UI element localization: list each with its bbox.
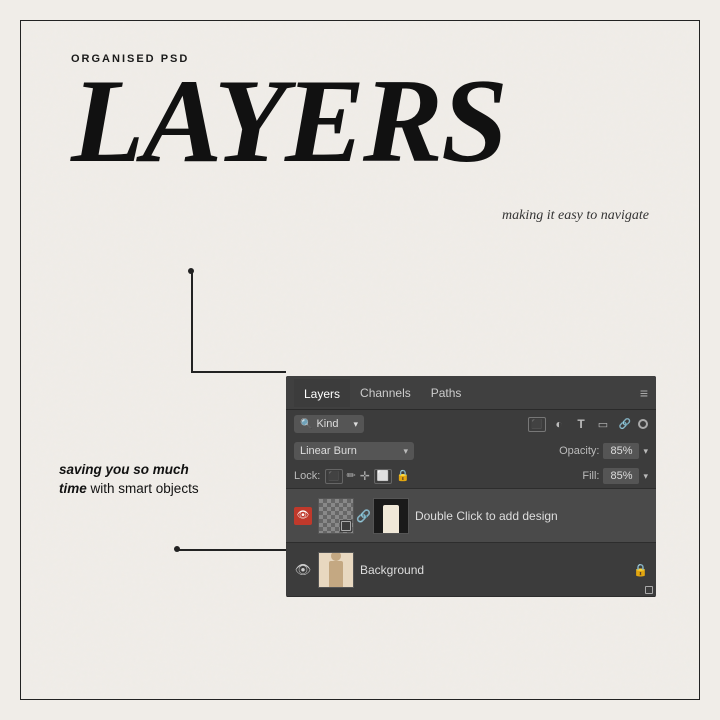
- blend-opacity-row: Linear Burn ▾ Opacity: 85% ▾: [286, 438, 656, 464]
- layer-thumb-design: [373, 498, 409, 534]
- lock-position-icon[interactable]: ✏: [347, 469, 356, 484]
- layer-row-background[interactable]: 👁 Background 🔒: [286, 543, 656, 597]
- tab-channels[interactable]: Channels: [350, 380, 421, 406]
- panel-menu-icon[interactable]: ≡: [640, 385, 648, 401]
- layers-title: LAYERS: [71, 67, 649, 175]
- search-mini-icon: 🔍: [300, 419, 312, 430]
- ps-layers-panel: Layers Channels Paths ≡ 🔍 Kind ▾ ⬛ ◐ T ▭…: [286, 376, 656, 597]
- kind-select[interactable]: 🔍 Kind ▾: [294, 415, 364, 433]
- adjustment-filter-icon[interactable]: ◐: [550, 417, 568, 431]
- opacity-label: Opacity:: [559, 445, 599, 457]
- opacity-row: Opacity: 85% ▾: [559, 443, 648, 459]
- background-lock-icon: 🔒: [633, 563, 648, 577]
- lock-pixels-icon[interactable]: ⬛: [325, 469, 342, 484]
- kind-chevron: ▾: [353, 419, 358, 430]
- tab-paths[interactable]: Paths: [421, 380, 472, 406]
- layer-thumb-bg: [318, 552, 354, 588]
- blend-chevron: ▾: [403, 446, 408, 457]
- layer-row-design[interactable]: 👁 🔗 Double Click to add design: [286, 489, 656, 543]
- layer-label-bg: Background: [360, 563, 627, 577]
- shape-filter-icon[interactable]: ▭: [594, 418, 612, 431]
- fill-row: Fill: 85% ▾: [582, 468, 648, 484]
- kind-filter-icons: ⬛ ◐ T ▭ 🔗: [528, 417, 648, 432]
- subtitle-text: making it easy to navigate: [502, 208, 649, 224]
- layer-eye-design[interactable]: 👁: [294, 507, 312, 525]
- lock-artboard-icon[interactable]: ⬜: [374, 469, 392, 484]
- connector-horizontal: [191, 371, 286, 373]
- lock-label: Lock:: [294, 470, 320, 482]
- opacity-chevron[interactable]: ▾: [643, 446, 648, 457]
- side-annotation: saving you so much time with smart objec…: [59, 461, 199, 499]
- kind-label: Kind: [316, 418, 338, 430]
- type-filter-icon[interactable]: T: [572, 417, 590, 431]
- blend-mode-select[interactable]: Linear Burn ▾: [294, 442, 414, 460]
- layer-eye-background[interactable]: 👁: [294, 562, 312, 578]
- lock-icons: ⬛ ✏ ✛ ⬜ 🔒: [325, 469, 410, 484]
- layer-link-icon: 🔗: [356, 509, 371, 523]
- annotation-regular: with smart objects: [91, 481, 199, 496]
- design-figure: [383, 505, 399, 533]
- tab-layers[interactable]: Layers: [294, 379, 350, 407]
- pixel-filter-icon[interactable]: ⬛: [528, 417, 546, 432]
- fill-chevron[interactable]: ▾: [643, 471, 648, 482]
- fill-value[interactable]: 85%: [603, 468, 639, 484]
- blend-mode-value: Linear Burn: [300, 445, 357, 457]
- opacity-value[interactable]: 85%: [603, 443, 639, 459]
- dot-filter-icon[interactable]: [638, 419, 648, 429]
- layer-thumbs-bg: [318, 552, 354, 588]
- connector-vertical: [191, 271, 193, 371]
- header-area: ORGANISED PSD LAYERS making it easy to n…: [71, 53, 649, 175]
- smart-filter-icon[interactable]: 🔗: [616, 419, 634, 430]
- smart-object-icon: [340, 520, 352, 532]
- lock-all-icon[interactable]: 🔒: [396, 469, 410, 484]
- lock-fill-row: Lock: ⬛ ✏ ✛ ⬜ 🔒 Fill: 85% ▾: [286, 464, 656, 489]
- annotation-text: saving you so much time with smart objec…: [59, 461, 199, 499]
- layer-label-design: Double Click to add design: [415, 509, 648, 523]
- layer-thumbs-design: 🔗: [318, 498, 409, 534]
- lock-move-icon[interactable]: ✛: [360, 469, 370, 484]
- fill-label: Fill:: [582, 470, 599, 482]
- main-card: ORGANISED PSD LAYERS making it easy to n…: [20, 20, 700, 700]
- ps-panel-tabs: Layers Channels Paths ≡: [286, 376, 656, 410]
- layer-thumb-smart: [318, 498, 354, 534]
- kind-row: 🔍 Kind ▾ ⬛ ◐ T ▭ 🔗: [286, 410, 656, 438]
- side-connector-horiz: [177, 549, 289, 551]
